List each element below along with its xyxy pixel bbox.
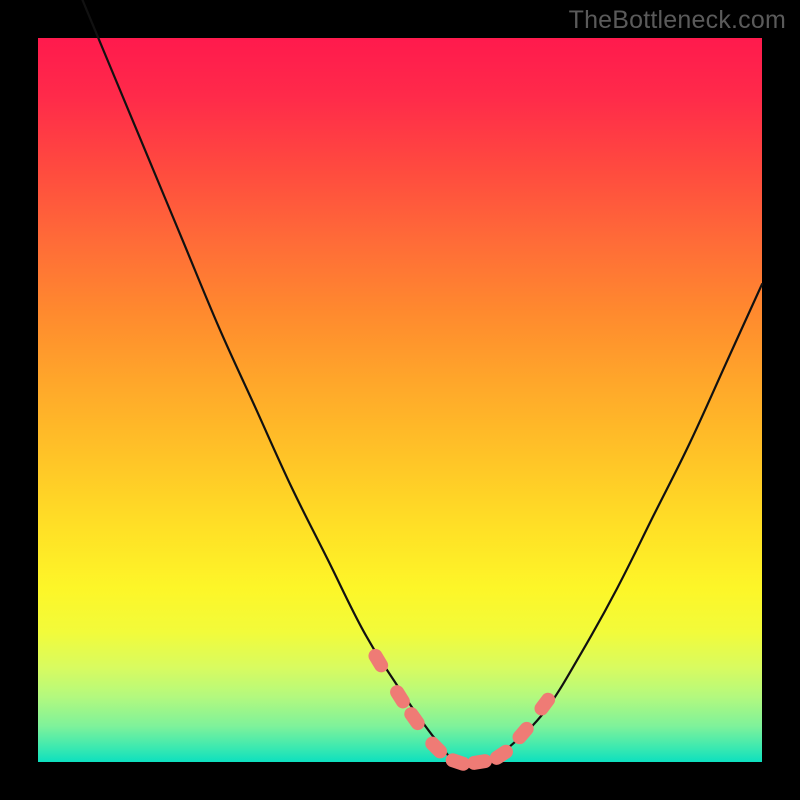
curve-marker xyxy=(402,705,427,732)
plot-area xyxy=(38,38,762,762)
curve-layer xyxy=(38,38,762,762)
curve-marker xyxy=(467,754,493,771)
curve-marker xyxy=(532,691,557,718)
watermark-text: TheBottleneck.com xyxy=(569,6,786,35)
marker-group xyxy=(367,647,558,772)
chart-frame: TheBottleneck.com xyxy=(0,0,800,800)
bottleneck-curve xyxy=(38,0,762,764)
curve-marker xyxy=(423,734,449,760)
curve-marker xyxy=(388,683,412,710)
